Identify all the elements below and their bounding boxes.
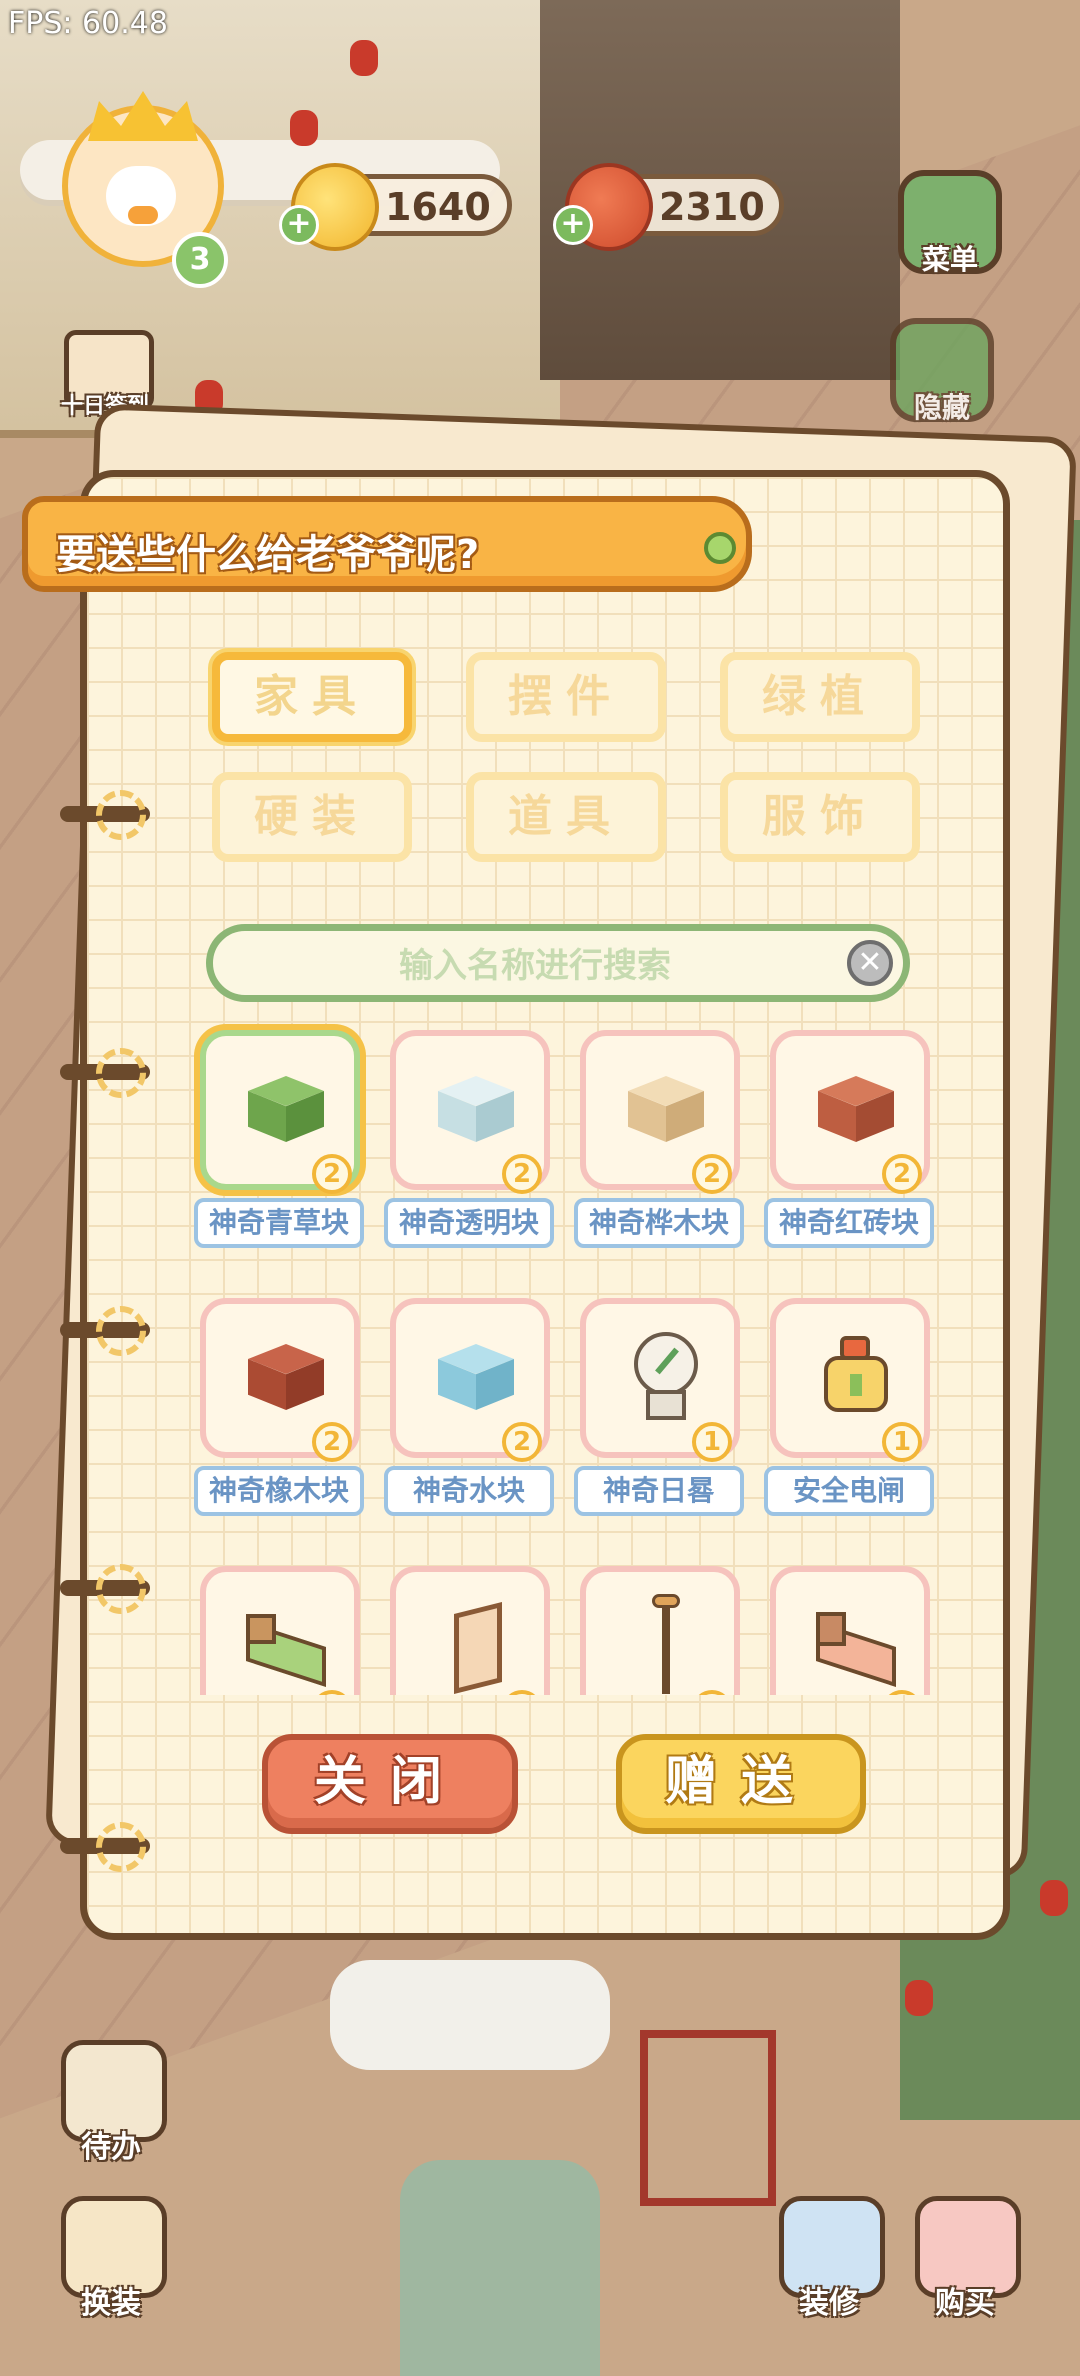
bed-icon	[236, 1594, 336, 1694]
item-power-switch[interactable]: 1 安全电闸	[756, 1288, 936, 1518]
oak-block-icon	[236, 1326, 336, 1426]
close-button[interactable]: 关闭	[262, 1734, 518, 1834]
add-coins-button[interactable]: +	[279, 205, 319, 245]
item-sundial[interactable]: 1 神奇日晷	[566, 1288, 746, 1518]
red-brick-block-icon	[806, 1058, 906, 1158]
item-count: 2	[882, 1154, 922, 1194]
add-apples-button[interactable]: +	[553, 205, 593, 245]
item-name: 神奇日晷	[574, 1466, 744, 1516]
item-count: 1	[882, 1422, 922, 1462]
item-count: 2	[502, 1422, 542, 1462]
clear-search-icon[interactable]: ✕	[847, 940, 893, 986]
item-count: 1	[692, 1422, 732, 1462]
shop-button[interactable]: 购买	[910, 2196, 1021, 2321]
shop-label: 购买	[935, 2286, 995, 2321]
item-grass-block[interactable]: 2 神奇青草块	[186, 1020, 366, 1250]
tab-plants[interactable]: 绿植	[720, 652, 920, 742]
item-count: 2	[502, 1154, 542, 1194]
item-red-brick-block[interactable]: 2 神奇红砖块	[756, 1020, 936, 1250]
item-birch-block[interactable]: 2 神奇桦木块	[566, 1020, 746, 1250]
item-window[interactable]: 1	[376, 1556, 556, 1695]
apple-counter: + 2310	[553, 163, 784, 251]
item-oak-block[interactable]: 2 神奇橡木块	[186, 1288, 366, 1518]
glass-block-icon	[426, 1058, 526, 1158]
apple-amount: 2310	[659, 185, 765, 229]
grass-block-icon	[236, 1058, 336, 1158]
item-name: 神奇红砖块	[764, 1198, 934, 1248]
fence	[640, 2030, 776, 2206]
dialog-title-bar: 要送些什么给老爷爷呢?	[22, 496, 752, 592]
item-name: 神奇透明块	[384, 1198, 554, 1248]
window-icon	[426, 1594, 526, 1694]
search-bar: ✕	[206, 924, 910, 1002]
item-grid[interactable]: 2 神奇青草块 2 神奇透明块 2 神奇桦木块 2 神奇红砖块 2 神奇橡木块 …	[186, 1020, 946, 1695]
todo-button[interactable]: 待办	[56, 2040, 167, 2165]
todo-label: 待办	[81, 2130, 141, 2165]
dialog-title: 要送些什么给老爷爷呢?	[56, 532, 480, 578]
level-badge: 3	[172, 232, 228, 288]
binder-ring	[96, 1822, 146, 1872]
lamp-post-icon	[616, 1594, 716, 1694]
binder-ring	[96, 1564, 146, 1614]
item-name: 神奇青草块	[194, 1198, 364, 1248]
fps-counter: FPS: 60.48	[8, 6, 168, 41]
tab-hard-decor[interactable]: 硬装	[212, 772, 412, 862]
binder-ring	[96, 1306, 146, 1356]
item-water-block[interactable]: 2 神奇水块	[376, 1288, 556, 1518]
hide-label: 隐藏	[913, 391, 970, 424]
item-glass-block[interactable]: 2 神奇透明块	[376, 1020, 556, 1250]
item-name: 神奇水块	[384, 1466, 554, 1516]
item-name: 神奇桦木块	[574, 1198, 744, 1248]
menu-label: 菜单	[921, 243, 978, 276]
item-bed[interactable]: 1	[186, 1556, 366, 1695]
coin-counter: + 1640	[279, 163, 512, 251]
birch-block-icon	[616, 1058, 716, 1158]
water-block-icon	[426, 1326, 526, 1426]
binder-ring	[96, 1048, 146, 1098]
item-lamp-post[interactable]: 1	[566, 1556, 746, 1695]
send-gift-button[interactable]: 赠送	[616, 1734, 866, 1834]
item-pink-bed[interactable]: 1	[756, 1556, 936, 1695]
search-input[interactable]	[233, 937, 837, 995]
pink-bed-icon	[806, 1594, 906, 1694]
title-dot-icon	[704, 532, 736, 564]
outfit-button[interactable]: 换装	[56, 2196, 167, 2321]
binder-ring	[96, 790, 146, 840]
tab-furniture[interactable]: 家具	[212, 652, 412, 742]
decorate-button[interactable]: 装修	[774, 2196, 885, 2321]
tab-props[interactable]: 道具	[466, 772, 666, 862]
tab-ornaments[interactable]: 摆件	[466, 652, 666, 742]
tab-clothing[interactable]: 服饰	[720, 772, 920, 862]
power-switch-icon	[806, 1326, 906, 1426]
item-count: 2	[312, 1154, 352, 1194]
item-name: 神奇橡木块	[194, 1466, 364, 1516]
item-count: 2	[692, 1154, 732, 1194]
outfit-label: 换装	[81, 2286, 141, 2321]
hide-ui-button[interactable]: 隐藏	[890, 318, 994, 424]
decorate-label: 装修	[799, 2286, 859, 2321]
sundial-icon	[616, 1326, 716, 1426]
item-count: 2	[312, 1422, 352, 1462]
coin-amount: 1640	[385, 185, 491, 229]
menu-button[interactable]: 菜单	[898, 170, 1002, 276]
item-name: 安全电闸	[764, 1466, 934, 1516]
